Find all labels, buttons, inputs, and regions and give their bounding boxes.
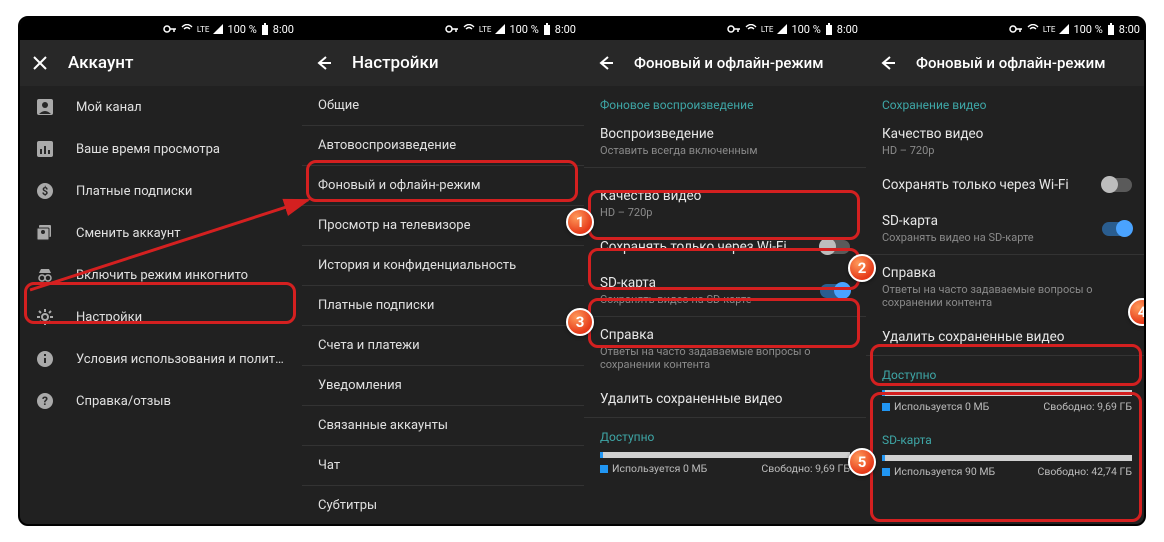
- vpn-key-icon: [445, 24, 459, 34]
- row-chat[interactable]: Чат: [302, 446, 584, 485]
- panel-offline-2: LTE 100 % 8:00 Фоновый и офлайн-режим Со…: [866, 18, 1146, 524]
- vpn-key-icon: [727, 24, 741, 34]
- wifi-icon: [1027, 24, 1039, 34]
- row-help[interactable]: ?Справка/отзыв: [20, 380, 302, 422]
- battery-icon: [1107, 23, 1115, 35]
- status-bar: LTE 100 % 8:00: [20, 18, 302, 40]
- header-offline: Фоновый и офлайн-режим: [584, 40, 866, 86]
- section-available: Доступно: [866, 356, 1146, 386]
- bar-chart-icon: [36, 140, 54, 158]
- setting-sd-card[interactable]: SD-карта Сохранять видео на SD-карте: [866, 203, 1146, 254]
- setting-quality[interactable]: Качество видео HD – 720p: [866, 116, 1146, 167]
- section-sd: SD-карта: [866, 421, 1146, 451]
- row-notifications[interactable]: Уведомления: [302, 366, 584, 405]
- badge-1: 1: [566, 208, 594, 236]
- header-settings: Настройки: [302, 40, 584, 86]
- storage-bar-sd: [882, 455, 1132, 461]
- badge-2: 2: [848, 254, 876, 282]
- row-paid-subs[interactable]: $Платные подписки: [20, 170, 302, 212]
- signal-icon: [1059, 24, 1069, 34]
- help-icon: ?: [36, 392, 54, 410]
- panel-account: LTE 100 % 8:00 Аккаунт Мой канал Ваше вр…: [20, 18, 302, 524]
- vpn-key-icon: [163, 24, 177, 34]
- section-save-video: Сохранение видео: [866, 86, 1146, 116]
- storage-info-internal: Используется 0 МБ Свободно: 9,69 ГБ: [866, 398, 1146, 421]
- header-title: Фоновый и офлайн-режим: [916, 54, 1105, 72]
- setting-delete[interactable]: Удалить сохраненные видео: [866, 319, 1146, 355]
- wifi-icon: [463, 24, 475, 34]
- setting-wifi-only[interactable]: Сохранять только через Wi-Fi: [866, 167, 1146, 203]
- toggle-wifi[interactable]: [820, 240, 850, 254]
- row-my-channel[interactable]: Мой канал: [20, 86, 302, 128]
- header-account: Аккаунт: [20, 40, 302, 86]
- storage-bar: [600, 452, 850, 458]
- clock: 8:00: [273, 23, 294, 36]
- setting-quality[interactable]: Качество видео HD – 720p: [584, 170, 866, 229]
- header-title: Фоновый и офлайн-режим: [634, 54, 823, 72]
- badge-5: 5: [848, 448, 876, 476]
- battery-icon: [261, 23, 269, 35]
- back-arrow-icon[interactable]: [878, 54, 896, 72]
- row-terms[interactable]: Условия использования и полит…: [20, 338, 302, 380]
- battery-pct: 100 %: [227, 23, 256, 36]
- setting-delete[interactable]: Удалить сохраненные видео: [584, 381, 866, 417]
- badge-3: 3: [566, 308, 594, 336]
- lte-label: LTE: [197, 25, 210, 34]
- account-box-icon: [36, 98, 54, 116]
- row-tv[interactable]: Просмотр на телевизоре: [302, 206, 584, 245]
- setting-sd-card[interactable]: SD-карта Сохранять видео на SD-карте: [584, 265, 866, 316]
- row-history[interactable]: История и конфиденциальность: [302, 246, 584, 285]
- svg-text:?: ?: [42, 394, 48, 408]
- toggle-sd[interactable]: [1102, 222, 1132, 236]
- section-playback: Фоновое воспроизведение: [584, 86, 866, 116]
- row-settings[interactable]: Настройки: [20, 296, 302, 338]
- row-paid[interactable]: Платные подписки: [302, 286, 584, 325]
- row-general[interactable]: Общие: [302, 86, 584, 125]
- setting-playback[interactable]: Воспроизведение Оставить всегда включенн…: [584, 116, 866, 167]
- signal-icon: [777, 24, 787, 34]
- incognito-icon: [36, 266, 54, 284]
- status-bar: LTE 100 % 8:00: [584, 18, 866, 40]
- header-offline: Фоновый и офлайн-режим: [866, 40, 1146, 86]
- row-watch-time[interactable]: Ваше время просмотра: [20, 128, 302, 170]
- header-title: Настройки: [352, 53, 439, 73]
- status-bar: LTE 100 % 8:00: [302, 18, 584, 40]
- row-switch-account[interactable]: Сменить аккаунт: [20, 212, 302, 254]
- row-captions[interactable]: Субтитры: [302, 486, 584, 524]
- back-arrow-icon[interactable]: [596, 54, 614, 72]
- status-bar: LTE 100 % 8:00: [866, 18, 1146, 40]
- signal-icon: [213, 24, 223, 34]
- dollar-icon: $: [36, 182, 54, 200]
- storage-info: Используется 0 МБ Свободно: 9,69 ГБ: [584, 460, 866, 483]
- storage-bar-internal: [882, 390, 1132, 396]
- vpn-key-icon: [1009, 24, 1023, 34]
- svg-text:$: $: [42, 185, 48, 198]
- row-autoplay[interactable]: Автовоспроизведение: [302, 126, 584, 165]
- battery-icon: [825, 23, 833, 35]
- close-icon[interactable]: [32, 55, 48, 71]
- toggle-wifi[interactable]: [1102, 178, 1132, 192]
- tutorial-frame: LTE 100 % 8:00 Аккаунт Мой канал Ваше вр…: [18, 16, 1146, 526]
- info-icon: [36, 350, 54, 368]
- back-arrow-icon[interactable]: [314, 54, 332, 72]
- wifi-icon: [181, 24, 193, 34]
- header-title: Аккаунт: [68, 53, 133, 73]
- panel-settings: LTE 100 % 8:00 Настройки Общие Автовоспр…: [302, 18, 584, 524]
- storage-info-sd: Используется 90 МБ Свободно: 42,74 ГБ: [866, 463, 1146, 486]
- setting-help[interactable]: Справка Ответы на часто задаваемые вопро…: [584, 317, 866, 381]
- setting-wifi-only[interactable]: Сохранять только через Wi-Fi: [584, 229, 866, 265]
- toggle-sd[interactable]: [820, 284, 850, 298]
- row-incognito[interactable]: Включить режим инкогнито: [20, 254, 302, 296]
- row-linked[interactable]: Связанные аккаунты: [302, 406, 584, 445]
- section-available: Доступно: [584, 418, 866, 448]
- gear-icon: [36, 308, 54, 326]
- row-billing[interactable]: Счета и платежи: [302, 326, 584, 365]
- battery-icon: [543, 23, 551, 35]
- signal-icon: [495, 24, 505, 34]
- panel-offline-1: LTE 100 % 8:00 Фоновый и офлайн-режим Фо…: [584, 18, 866, 524]
- switch-account-icon: [36, 224, 54, 242]
- wifi-icon: [745, 24, 757, 34]
- row-background-offline[interactable]: Фоновый и офлайн-режим: [302, 166, 584, 205]
- setting-help[interactable]: Справка Ответы на часто задаваемые вопро…: [866, 255, 1146, 319]
